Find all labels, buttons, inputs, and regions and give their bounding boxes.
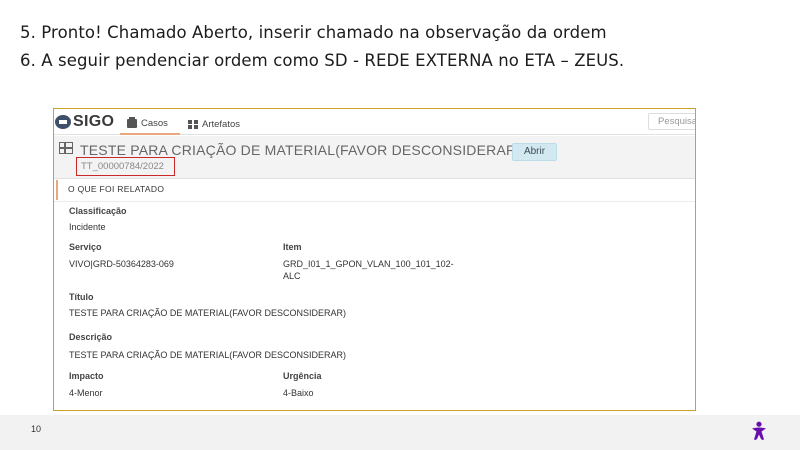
impacto-label: Impacto — [69, 371, 104, 381]
classificacao-label: Classificação — [69, 206, 127, 216]
tab-casos[interactable]: Casos — [120, 113, 180, 135]
tab-artefatos-label: Artefatos — [202, 118, 241, 130]
cases-icon — [127, 116, 137, 128]
sigo-screenshot: SIGO Casos Artefatos Pesquisa TESTE PARA… — [53, 108, 696, 411]
grid-icon — [188, 119, 198, 129]
item-value-line1: GRD_I01_1_GPON_VLAN_100_101_102- — [283, 259, 454, 269]
item-label: Item — [283, 242, 302, 252]
urgencia-label: Urgência — [283, 371, 322, 381]
tab-artefatos[interactable]: Artefatos — [188, 113, 258, 135]
case-layout-icon — [59, 142, 73, 154]
urgencia-value: 4-Baixo — [283, 388, 314, 398]
item-value-line2: ALC — [283, 271, 301, 281]
titulo-value: TESTE PARA CRIAÇÃO DE MATERIAL(FAVOR DES… — [69, 308, 347, 318]
sigo-logo[interactable]: SIGO — [55, 112, 114, 132]
slide-footer — [0, 415, 800, 450]
tab-casos-label: Casos — [141, 117, 168, 129]
descricao-label: Descrição — [69, 332, 113, 342]
titulo-label: Título — [69, 292, 94, 302]
app-topbar: SIGO Casos Artefatos Pesquisa — [54, 109, 695, 135]
case-id: TT_00000784/2022 — [81, 161, 164, 172]
descricao-value: TESTE PARA CRIAÇÃO DE MATERIAL(FAVOR DES… — [69, 350, 347, 360]
sigo-logo-icon — [55, 115, 71, 129]
impacto-value: 4-Menor — [69, 388, 103, 398]
instruction-step-6: 6. A seguir pendenciar ordem como SD - R… — [20, 51, 625, 70]
servico-label: Serviço — [69, 242, 102, 252]
abrir-button[interactable]: Abrir — [512, 143, 557, 161]
instruction-step-5: 5. Pronto! Chamado Aberto, inserir chama… — [20, 23, 607, 42]
page-number: 10 — [31, 424, 42, 434]
section-title: O QUE FOI RELATADO — [68, 184, 165, 194]
figure-logo-icon — [752, 421, 766, 440]
classificacao-value: Incidente — [69, 222, 106, 232]
servico-value: VIVO|GRD-50364283-069 — [69, 259, 174, 269]
section-divider — [54, 201, 695, 202]
sigo-logo-text: SIGO — [73, 113, 115, 130]
search-input[interactable]: Pesquisa — [648, 113, 695, 130]
case-title: TESTE PARA CRIAÇÃO DE MATERIAL(FAVOR DES… — [80, 142, 522, 158]
